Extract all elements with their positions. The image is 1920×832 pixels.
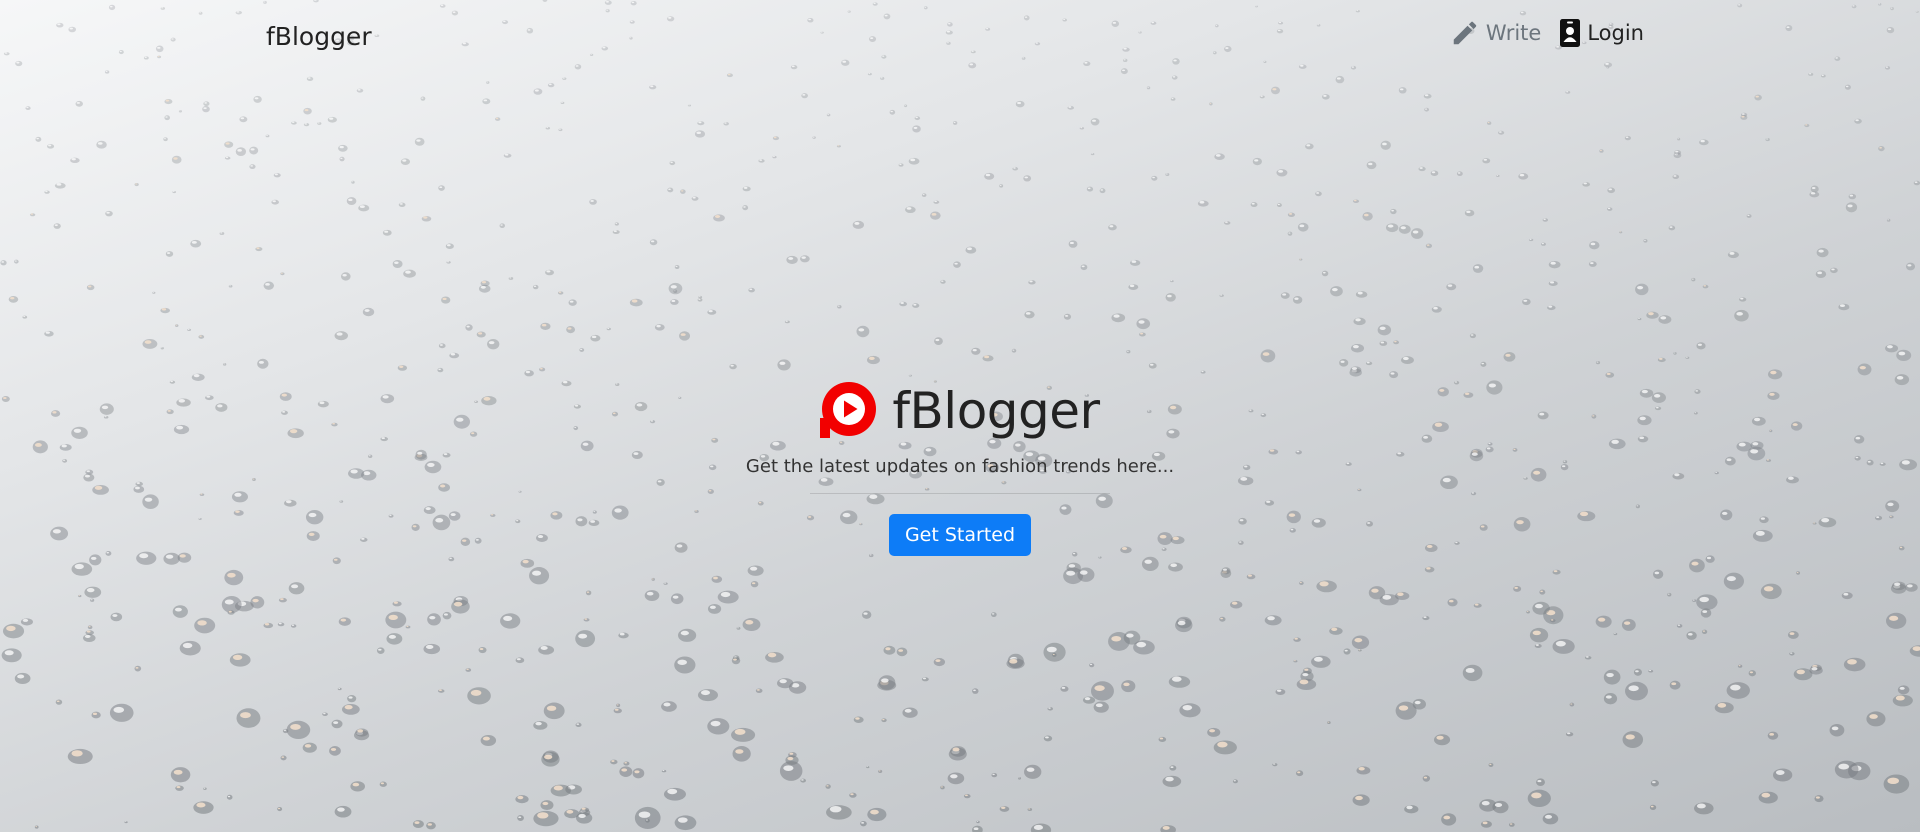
login-link[interactable]: Login (1559, 18, 1644, 48)
hero-title: fBlogger (892, 382, 1100, 440)
navbar-brand[interactable]: fBlogger (266, 22, 372, 51)
write-link[interactable]: Write (1450, 18, 1541, 48)
hero-tagline: Get the latest updates on fashion trends… (745, 456, 1175, 477)
hero-heading: fBlogger (820, 380, 1100, 442)
hero-divider (810, 493, 1110, 494)
play-circle-icon (820, 380, 878, 442)
get-started-button[interactable]: Get Started (888, 514, 1032, 556)
navbar-links: Write Login (1450, 18, 1644, 48)
id-badge-icon (1559, 18, 1581, 48)
pencil-icon (1450, 18, 1480, 48)
top-navbar: fBlogger Write Login (0, 0, 1920, 76)
hero-section: fBlogger Get the latest updates on fashi… (0, 380, 1920, 556)
login-link-label: Login (1587, 21, 1644, 45)
write-link-label: Write (1485, 21, 1542, 45)
